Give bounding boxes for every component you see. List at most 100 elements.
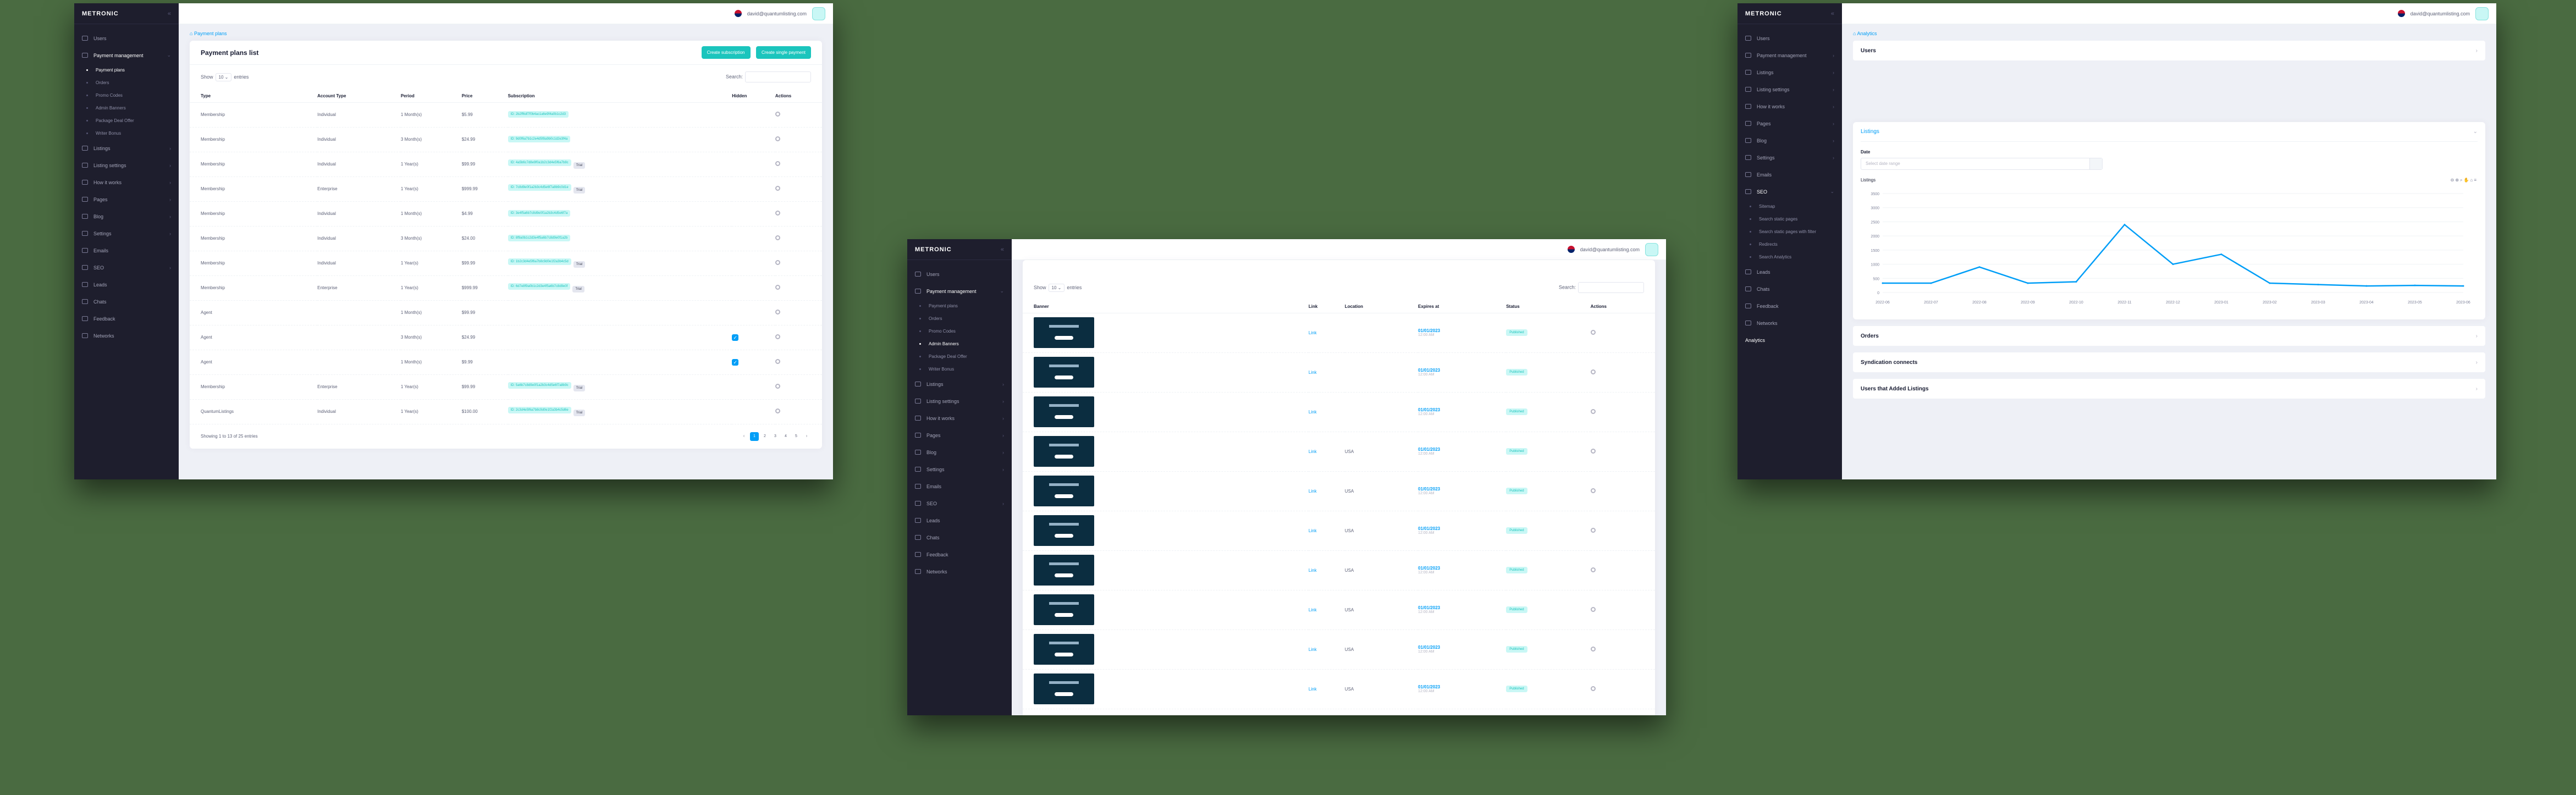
actions-icon[interactable] [775,235,780,240]
sidebar-item-search-analytics[interactable]: Search Analytics [1737,251,1842,263]
actions-icon[interactable] [1590,448,1596,454]
banner-link[interactable]: Link [1309,647,1317,652]
banner-link[interactable]: Link [1309,489,1317,494]
actions-icon[interactable] [1590,329,1596,335]
banner-thumbnail[interactable] [1034,594,1094,625]
actions-icon[interactable] [775,260,780,265]
create-single-payment-button[interactable]: Create single payment [755,46,811,59]
sidebar-item-payment-management[interactable]: Payment management ⌄ [907,283,1012,300]
banner-link[interactable]: Link [1309,410,1317,415]
sidebar-item-payment-management[interactable]: Payment management ⌄ [74,47,179,64]
sidebar-item-pages[interactable]: Pages › [1737,115,1842,132]
actions-icon[interactable] [775,408,780,413]
sidebar-item-pages[interactable]: Pages › [907,427,1012,444]
page-button[interactable]: 5 [792,432,801,441]
banner-link[interactable]: Link [1309,687,1317,692]
column-header-location[interactable]: Location [1344,301,1419,313]
actions-icon[interactable] [775,211,780,216]
flag-icon[interactable] [2397,10,2405,17]
actions-icon[interactable] [775,285,780,290]
sidebar-item-listing-settings[interactable]: Listing settings › [907,393,1012,410]
banner-link[interactable]: Link [1309,608,1317,612]
column-header-account-type[interactable]: Account Type [317,90,401,103]
column-header-expires-at[interactable]: Expires at [1418,301,1507,313]
sidebar-item-listings[interactable]: Listings › [74,140,179,157]
hidden-checkbox[interactable]: ✓ [732,358,739,366]
sidebar-item-writer-bonus[interactable]: Writer Bonus [74,127,179,140]
orders-accordion[interactable]: Orders › [1853,326,2485,346]
actions-icon[interactable] [1590,527,1596,533]
sidebar-item-redirects[interactable]: Redirects [1737,238,1842,251]
sidebar-item-feedback[interactable]: Feedback [74,310,179,327]
column-header-actions[interactable]: Actions [775,90,822,103]
sidebar-item-users[interactable]: Users [907,266,1012,283]
breadcrumb[interactable]: ⌂ Payment plans [190,31,822,36]
chart-toolbar[interactable]: ⊖⊕⌕✋⌂≡ [2451,178,2478,183]
sidebar-item-leads[interactable]: Leads [1737,263,1842,280]
avatar[interactable] [2475,7,2489,20]
sidebar-item-seo[interactable]: SEO › [74,259,179,276]
sidebar-item-search-static-pages-with-filter[interactable]: Search static pages with filter [1737,225,1842,238]
banner-thumbnail[interactable] [1034,634,1094,665]
syndication-accordion[interactable]: Syndication connects › [1853,352,2485,372]
sidebar-item-search-static-pages[interactable]: Search static pages [1737,213,1842,225]
flag-icon[interactable] [734,10,742,17]
banner-link[interactable]: Link [1309,330,1317,335]
banner-link[interactable]: Link [1309,528,1317,533]
sidebar-item-networks[interactable]: Networks [74,327,179,344]
banner-link[interactable]: Link [1309,568,1317,573]
banner-thumbnail[interactable] [1034,357,1094,388]
sidebar-item-emails[interactable]: Emails [907,478,1012,495]
sidebar-item-sitemap[interactable]: Sitemap [1737,200,1842,213]
sidebar-item-chats[interactable]: Chats [1737,280,1842,297]
banner-thumbnail[interactable] [1034,436,1094,467]
date-range-input[interactable]: Select date range [1861,158,2103,170]
actions-icon[interactable] [1590,488,1596,493]
create-subscription-button[interactable]: Create subscription [701,46,751,59]
sidebar-item-networks[interactable]: Networks [907,563,1012,580]
actions-icon[interactable] [775,310,780,314]
sidebar-item-payment-management[interactable]: Payment management › [1737,47,1842,64]
actions-icon[interactable] [775,161,780,166]
column-header-type[interactable]: Type [190,90,318,103]
breadcrumb-label[interactable]: Analytics [1857,31,1877,36]
page-button[interactable]: ‹ [740,432,748,441]
actions-icon[interactable] [775,334,780,339]
sidebar-item-admin-banners[interactable]: Admin Banners [907,338,1012,350]
column-header-link[interactable]: Link [1308,301,1345,313]
sidebar-item-how-it-works[interactable]: How it works › [907,410,1012,427]
actions-icon[interactable] [775,112,780,117]
sidebar-item-networks[interactable]: Networks [1737,314,1842,332]
sidebar-item-orders[interactable]: Orders [907,312,1012,325]
sidebar-item-listing-settings[interactable]: Listing settings › [1737,81,1842,98]
column-header-subscription[interactable]: Subscription [508,90,732,103]
sidebar-item-settings[interactable]: Settings › [1737,149,1842,166]
sidebar-item-emails[interactable]: Emails [74,242,179,259]
banner-thumbnail[interactable] [1034,476,1094,506]
sidebar-item-settings[interactable]: Settings › [74,225,179,242]
page-size-select[interactable]: 10 ⌄ [215,73,232,81]
sidebar-item-how-it-works[interactable]: How it works › [1737,98,1842,115]
sidebar-item-package-deal-offer[interactable]: Package Deal Offer [907,350,1012,363]
actions-icon[interactable] [1590,686,1596,691]
banner-thumbnail[interactable] [1034,673,1094,704]
actions-icon[interactable] [1590,369,1596,374]
sidebar-item-listings[interactable]: Listings › [1737,64,1842,81]
sidebar-item-promo-codes[interactable]: Promo Codes [907,325,1012,338]
column-header-price[interactable]: Price [461,90,508,103]
sidebar-item-payment-plans[interactable]: Payment plans [74,64,179,76]
sidebar-item-promo-codes[interactable]: Promo Codes [74,89,179,102]
avatar[interactable] [812,7,825,20]
listings-panel-title[interactable]: Listings [1861,129,1879,135]
column-header-period[interactable]: Period [400,90,462,103]
page-size-select[interactable]: 10 ⌄ [1048,283,1065,292]
sidebar-item-blog[interactable]: Blog › [907,444,1012,461]
page-button[interactable]: 2 [760,432,769,441]
sidebar-item-blog[interactable]: Blog › [1737,132,1842,149]
double-chevron-left-icon[interactable]: « [1831,10,1834,17]
banner-thumbnail[interactable] [1034,555,1094,586]
users-accordion[interactable]: Users › [1853,41,2485,60]
double-chevron-left-icon[interactable]: « [1001,246,1004,253]
actions-icon[interactable] [775,136,780,141]
users-added-listings-accordion[interactable]: Users that Added Listings › [1853,379,2485,399]
